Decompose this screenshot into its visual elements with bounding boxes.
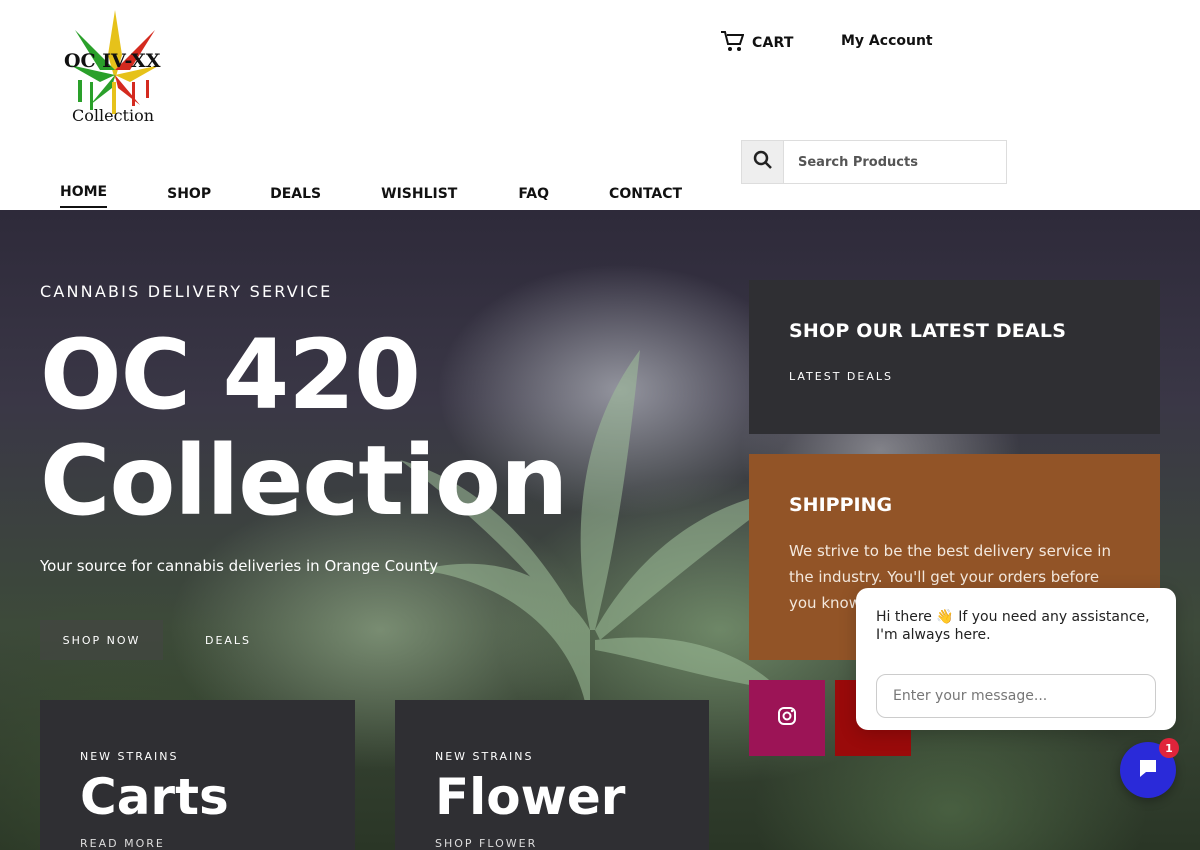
instagram-button[interactable] [749,680,825,756]
search-icon [753,150,773,174]
card-kicker: NEW STRAINS [435,750,534,763]
hero-title-line2: Collection [40,425,568,537]
read-more-link[interactable]: READ MORE [80,837,315,850]
search-input[interactable] [784,141,1006,183]
shipping-title: SHIPPING [789,494,893,516]
instagram-icon [777,706,797,730]
chat-message-input[interactable] [876,674,1156,718]
hero-title: OC 420 Collection [40,319,568,537]
cart-label: CART [752,35,794,51]
nav-faq[interactable]: FAQ [518,186,549,210]
deals-button[interactable]: DEALS [188,620,268,660]
hero-subtitle: Your source for cannabis deliveries in O… [40,557,439,575]
search-button[interactable] [742,141,784,183]
site-header: OC IV-XX Collection CART My Account HOME… [0,0,1200,210]
hero-kicker: CANNABIS DELIVERY SERVICE [40,282,333,301]
card-kicker: NEW STRAINS [80,750,179,763]
latest-deals-box[interactable]: SHOP OUR LATEST DEALS LATEST DEALS [749,280,1160,434]
nav-deals[interactable]: DEALS [270,186,321,210]
chat-greeting: Hi there 👋 If you need any assistance, I… [876,608,1156,644]
chat-icon [1137,757,1159,783]
deals-title: SHOP OUR LATEST DEALS [789,320,1067,342]
carts-card[interactable]: NEW STRAINS Carts READ MORE [40,700,355,850]
chat-popup: Hi there 👋 If you need any assistance, I… [856,588,1176,730]
card-title: Carts [80,768,229,826]
main-nav: HOME SHOP DEALS WISHLIST FAQ CONTACT [60,184,682,210]
hero-section: CANNABIS DELIVERY SERVICE OC 420 Collect… [0,210,1200,850]
cart-link[interactable]: CART [720,30,794,56]
card-title: Flower [435,768,626,826]
chat-greeting-start: Hi there [876,609,932,625]
shop-now-button[interactable]: SHOP NOW [40,620,163,660]
nav-home[interactable]: HOME [60,184,108,208]
latest-deals-link[interactable]: LATEST DEALS [789,370,1120,383]
nav-wishlist[interactable]: WISHLIST [381,186,457,210]
logo[interactable]: OC IV-XX Collection [60,10,170,140]
nav-shop[interactable]: SHOP [167,186,211,210]
search-bar [741,140,1007,184]
flower-card[interactable]: NEW STRAINS Flower SHOP FLOWER [395,700,709,850]
logo-text-top: OC IV-XX [64,50,161,72]
logo-text-bottom: Collection [72,106,155,125]
wave-emoji: 👋 [936,609,954,625]
chat-notification-badge: 1 [1159,738,1179,758]
my-account-link[interactable]: My Account [841,33,933,49]
hero-title-line1: OC 420 [40,319,421,431]
nav-contact[interactable]: CONTACT [609,186,682,210]
cart-icon [720,30,745,56]
shop-flower-link[interactable]: SHOP FLOWER [435,837,669,850]
